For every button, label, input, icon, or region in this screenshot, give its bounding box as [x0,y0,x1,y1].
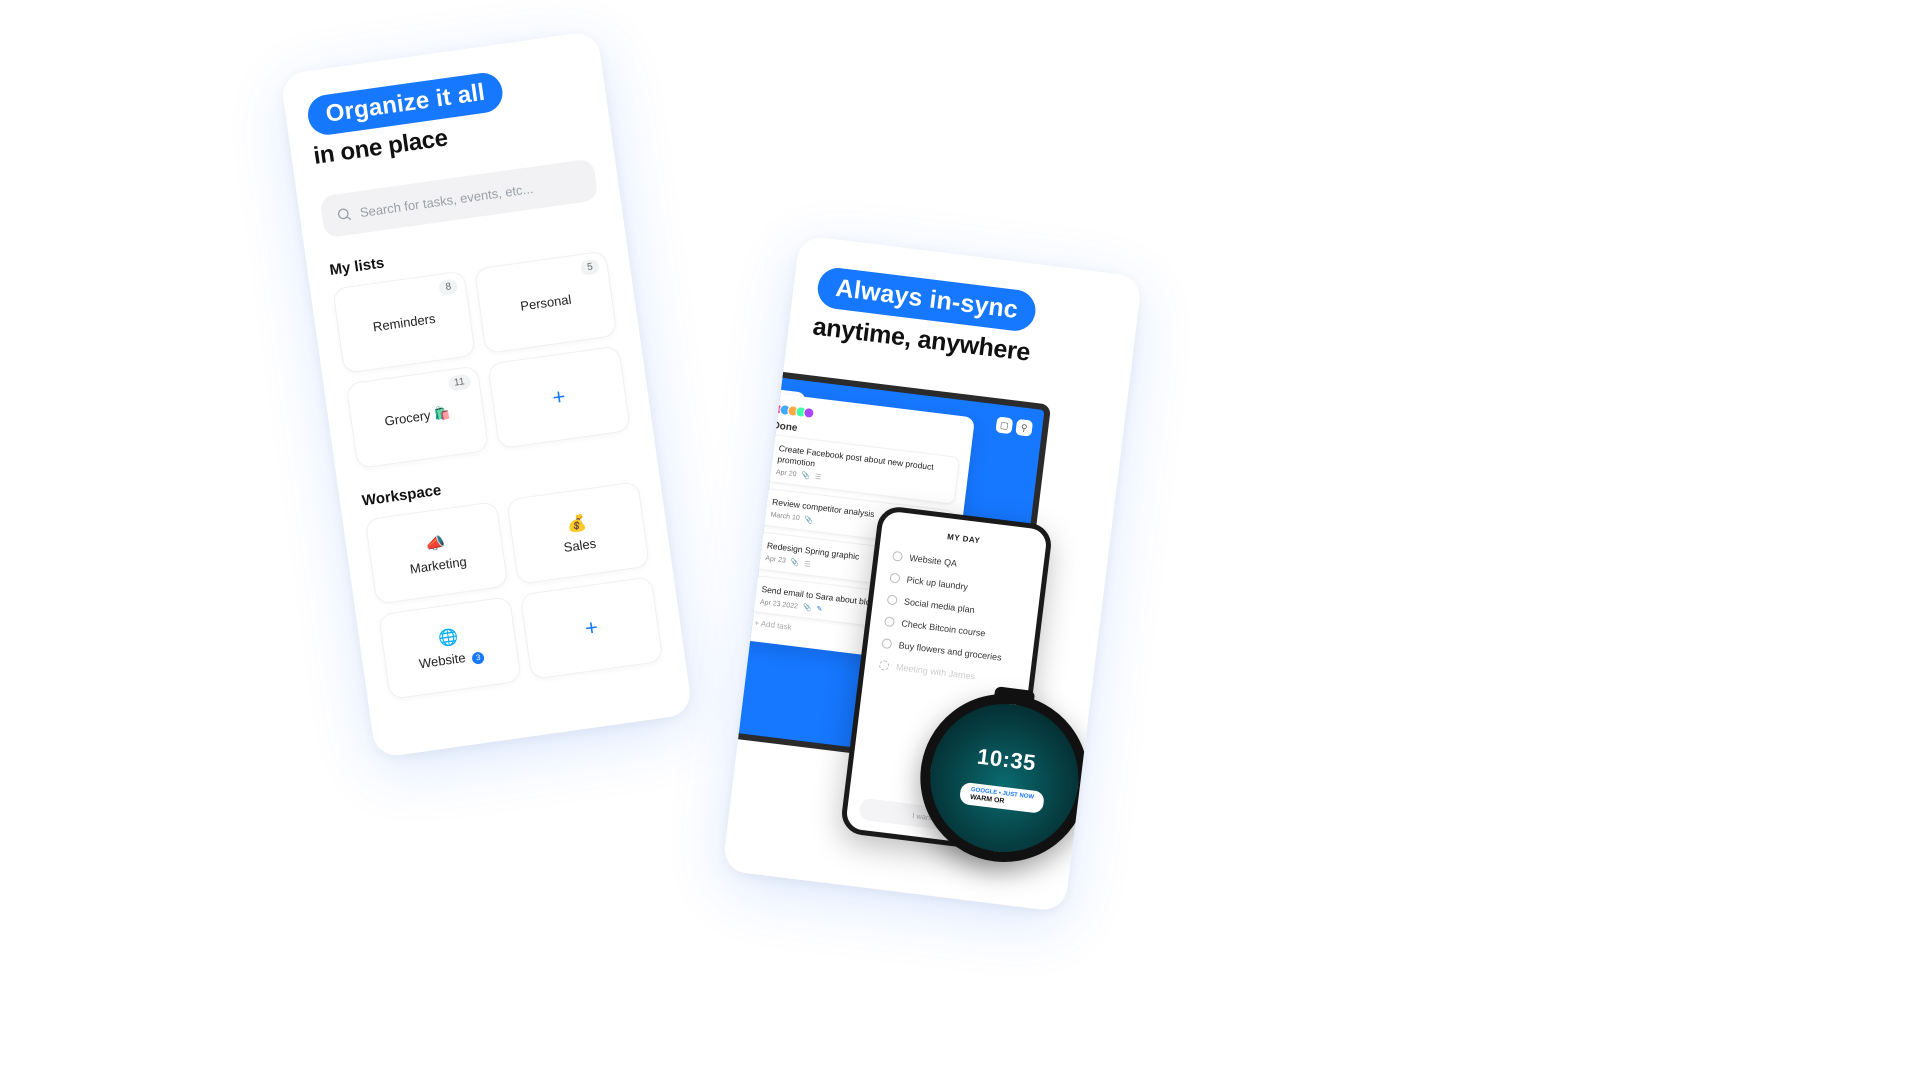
toolbar: ▢ ⚲ [995,416,1033,436]
attach-icon: 📎 [801,471,811,480]
count-badge: 5 [580,259,599,276]
tile-grocery[interactable]: 11 Grocery 🛍️ [346,365,490,469]
task-date: Apr 20 [776,469,797,478]
search-input[interactable]: Search for tasks, events, etc... [319,158,598,238]
search-icon [335,205,353,223]
watch-time: 10:35 [976,744,1038,777]
tile-website[interactable]: 🌐 Website 3 [378,596,522,700]
comment-icon: ✎ [816,605,823,614]
checkbox-icon [879,660,890,671]
tile-label: Website [418,650,466,671]
subtask-icon: ☰ [814,473,821,482]
promo-card-organize: Organize it all in one place Search for … [280,30,693,758]
square-icon: ▢ [995,416,1013,434]
attach-icon: 📎 [802,603,812,612]
count-badge: 11 [447,374,471,392]
watch-notification[interactable]: GOOGLE • JUST NOW WARM OR [959,782,1044,813]
megaphone-icon: 📣 [424,532,447,555]
tile-reminders[interactable]: 8 Reminders [332,270,476,374]
search-placeholder: Search for tasks, events, etc... [359,180,534,219]
search-icon: ⚲ [1015,419,1033,437]
tile-sales[interactable]: 💰 Sales [506,481,650,585]
tile-label: Marketing [409,553,468,576]
globe-icon: 🌐 [437,627,460,650]
task-date: March 10 [770,512,800,523]
task-date: Apr 23 2022 [760,599,799,611]
mylists-grid: 8 Reminders 5 Personal 11 Grocery 🛍️ + [332,250,631,469]
notif-badge: 3 [471,651,485,665]
workspace-grid: 📣 Marketing 💰 Sales 🌐 Website 3 + [365,481,664,700]
checkbox-icon[interactable] [887,594,898,605]
tile-personal[interactable]: 5 Personal [474,250,618,354]
tile-marketing[interactable]: 📣 Marketing [365,501,509,605]
tile-label: Personal [519,291,572,313]
add-workspace-button[interactable]: + [520,576,664,680]
tile-label: Reminders [372,310,436,334]
add-list-button[interactable]: + [487,345,631,449]
bag-icon: 🛍️ [433,405,451,422]
attach-icon: 📎 [790,558,800,567]
attach-icon: 📎 [804,516,814,525]
devices-collage: Marketing ▢ ⚲ Done Create Facebook post … [728,362,1126,861]
moneybag-icon: 💰 [566,512,589,535]
tile-label: Sales [563,535,597,554]
promo-card-sync: Always in-sync anytime, anywhere Marketi… [722,235,1142,912]
checkbox-icon[interactable] [889,573,900,584]
task-date: Apr 23 [765,555,786,564]
subtask-icon: ☰ [804,560,811,569]
checkbox-icon[interactable] [892,551,903,562]
checkbox-icon[interactable] [884,616,895,627]
checkbox-icon[interactable] [881,638,892,649]
count-badge: 8 [439,278,458,295]
tile-label: Grocery [384,407,432,428]
